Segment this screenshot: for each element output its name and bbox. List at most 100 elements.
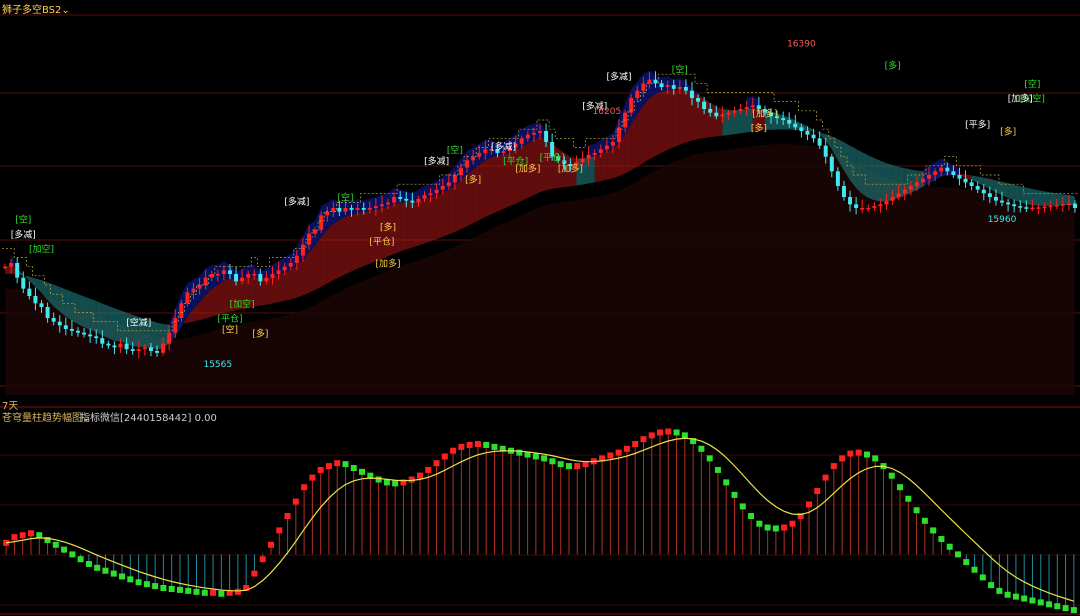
osc-block — [971, 566, 978, 573]
main-panel-title[interactable]: 狮子多空BS2⌄ — [2, 1, 70, 16]
candle-body — [963, 178, 968, 183]
candle-body — [161, 343, 166, 353]
candle-body — [57, 321, 62, 326]
candle-body — [519, 138, 524, 144]
osc-block — [301, 484, 308, 491]
ribbon-segment — [59, 287, 66, 317]
osc-block — [251, 570, 258, 577]
candle-body — [386, 202, 391, 205]
ribbon-segment — [345, 214, 352, 275]
candle-body — [112, 345, 117, 348]
candle-body — [908, 186, 913, 190]
candle-body — [1066, 203, 1071, 206]
ribbon-segment — [308, 245, 316, 293]
ribbon-segment — [448, 185, 455, 235]
osc-block — [234, 588, 241, 595]
osc-block — [532, 453, 539, 460]
ribbon-segment — [357, 211, 364, 269]
candle-body — [51, 318, 56, 322]
sub-panel-title[interactable]: 苍穹量柱趋势幅图⌄ — [2, 409, 90, 424]
ribbon-segment — [716, 106, 723, 137]
osc-block — [325, 463, 332, 470]
candle-body — [1060, 204, 1065, 206]
candle-body — [689, 90, 694, 98]
candle-body — [319, 215, 324, 230]
osc-block — [1054, 603, 1061, 610]
ribbon-segment — [211, 284, 218, 317]
candle-body — [471, 156, 476, 161]
signal-label: [多减] — [11, 228, 36, 240]
osc-block — [963, 559, 970, 566]
candle-body — [920, 178, 925, 183]
candle-body — [300, 244, 305, 256]
ribbon-segment — [102, 303, 109, 339]
signal-label: [加空] — [230, 298, 255, 310]
candle-body — [927, 175, 932, 179]
candle-body — [434, 189, 439, 194]
signal-label: [多减] — [284, 195, 309, 207]
candle-body — [878, 204, 883, 207]
ribbon-segment — [327, 223, 334, 284]
candle-body — [452, 175, 457, 183]
candle-body — [215, 274, 220, 276]
osc-block — [425, 466, 432, 473]
signal-label: [空] — [672, 63, 688, 75]
osc-block — [334, 460, 341, 467]
ribbon-segment — [454, 180, 461, 233]
osc-block — [897, 484, 904, 491]
osc-block — [789, 520, 796, 527]
osc-block — [764, 524, 771, 531]
candle-body — [1054, 205, 1059, 207]
candle-body — [124, 343, 129, 350]
osc-block — [176, 586, 183, 593]
candle-body — [313, 230, 318, 234]
ribbon-segment — [77, 294, 85, 328]
osc-block — [284, 513, 291, 519]
candle-body — [343, 208, 348, 212]
candle-body — [841, 186, 846, 197]
candle-body — [1036, 207, 1041, 209]
osc-block — [988, 582, 995, 589]
osc-block — [607, 452, 614, 459]
signal-label: [多] — [885, 60, 901, 72]
candle-body — [617, 127, 622, 142]
candle-body — [525, 134, 530, 139]
osc-block — [408, 476, 415, 483]
signal-label: [加多] — [558, 162, 583, 174]
ribbon-segment — [710, 102, 717, 138]
ribbon-segment — [90, 298, 97, 333]
candle-body — [203, 277, 208, 285]
osc-block — [135, 579, 142, 586]
osc-block — [52, 541, 59, 548]
candle-body — [787, 120, 792, 124]
candle-body — [3, 266, 8, 269]
candle-body — [349, 208, 354, 210]
candle-body — [781, 118, 786, 120]
candle-body — [337, 208, 342, 212]
chevron-down-icon[interactable]: ⌄ — [61, 5, 69, 16]
candle-body — [458, 167, 463, 175]
signal-label: [多] — [751, 122, 767, 134]
ribbon-segment — [777, 113, 784, 130]
candle-body — [957, 175, 962, 179]
ribbon-segment — [1032, 188, 1039, 206]
candle-body — [15, 263, 20, 278]
osc-block — [441, 453, 448, 460]
osc-block — [268, 541, 274, 548]
ribbon-segment — [150, 320, 158, 350]
candle-body — [860, 208, 865, 210]
ribbon-segment — [637, 105, 644, 167]
osc-block — [541, 455, 548, 462]
candle-body — [835, 171, 840, 186]
osc-block — [781, 524, 788, 531]
ribbon-segment — [272, 274, 279, 304]
osc-block — [1021, 595, 1028, 602]
candle-body — [118, 343, 123, 348]
ribbon-segment — [485, 157, 492, 218]
candle-body — [647, 79, 652, 84]
ribbon-segment — [369, 209, 376, 264]
candle-body — [404, 198, 409, 201]
osc-block — [458, 443, 465, 450]
osc-block — [450, 447, 457, 454]
sub-panel-info: 指标微信[2440158442] 0.00 — [80, 413, 217, 424]
